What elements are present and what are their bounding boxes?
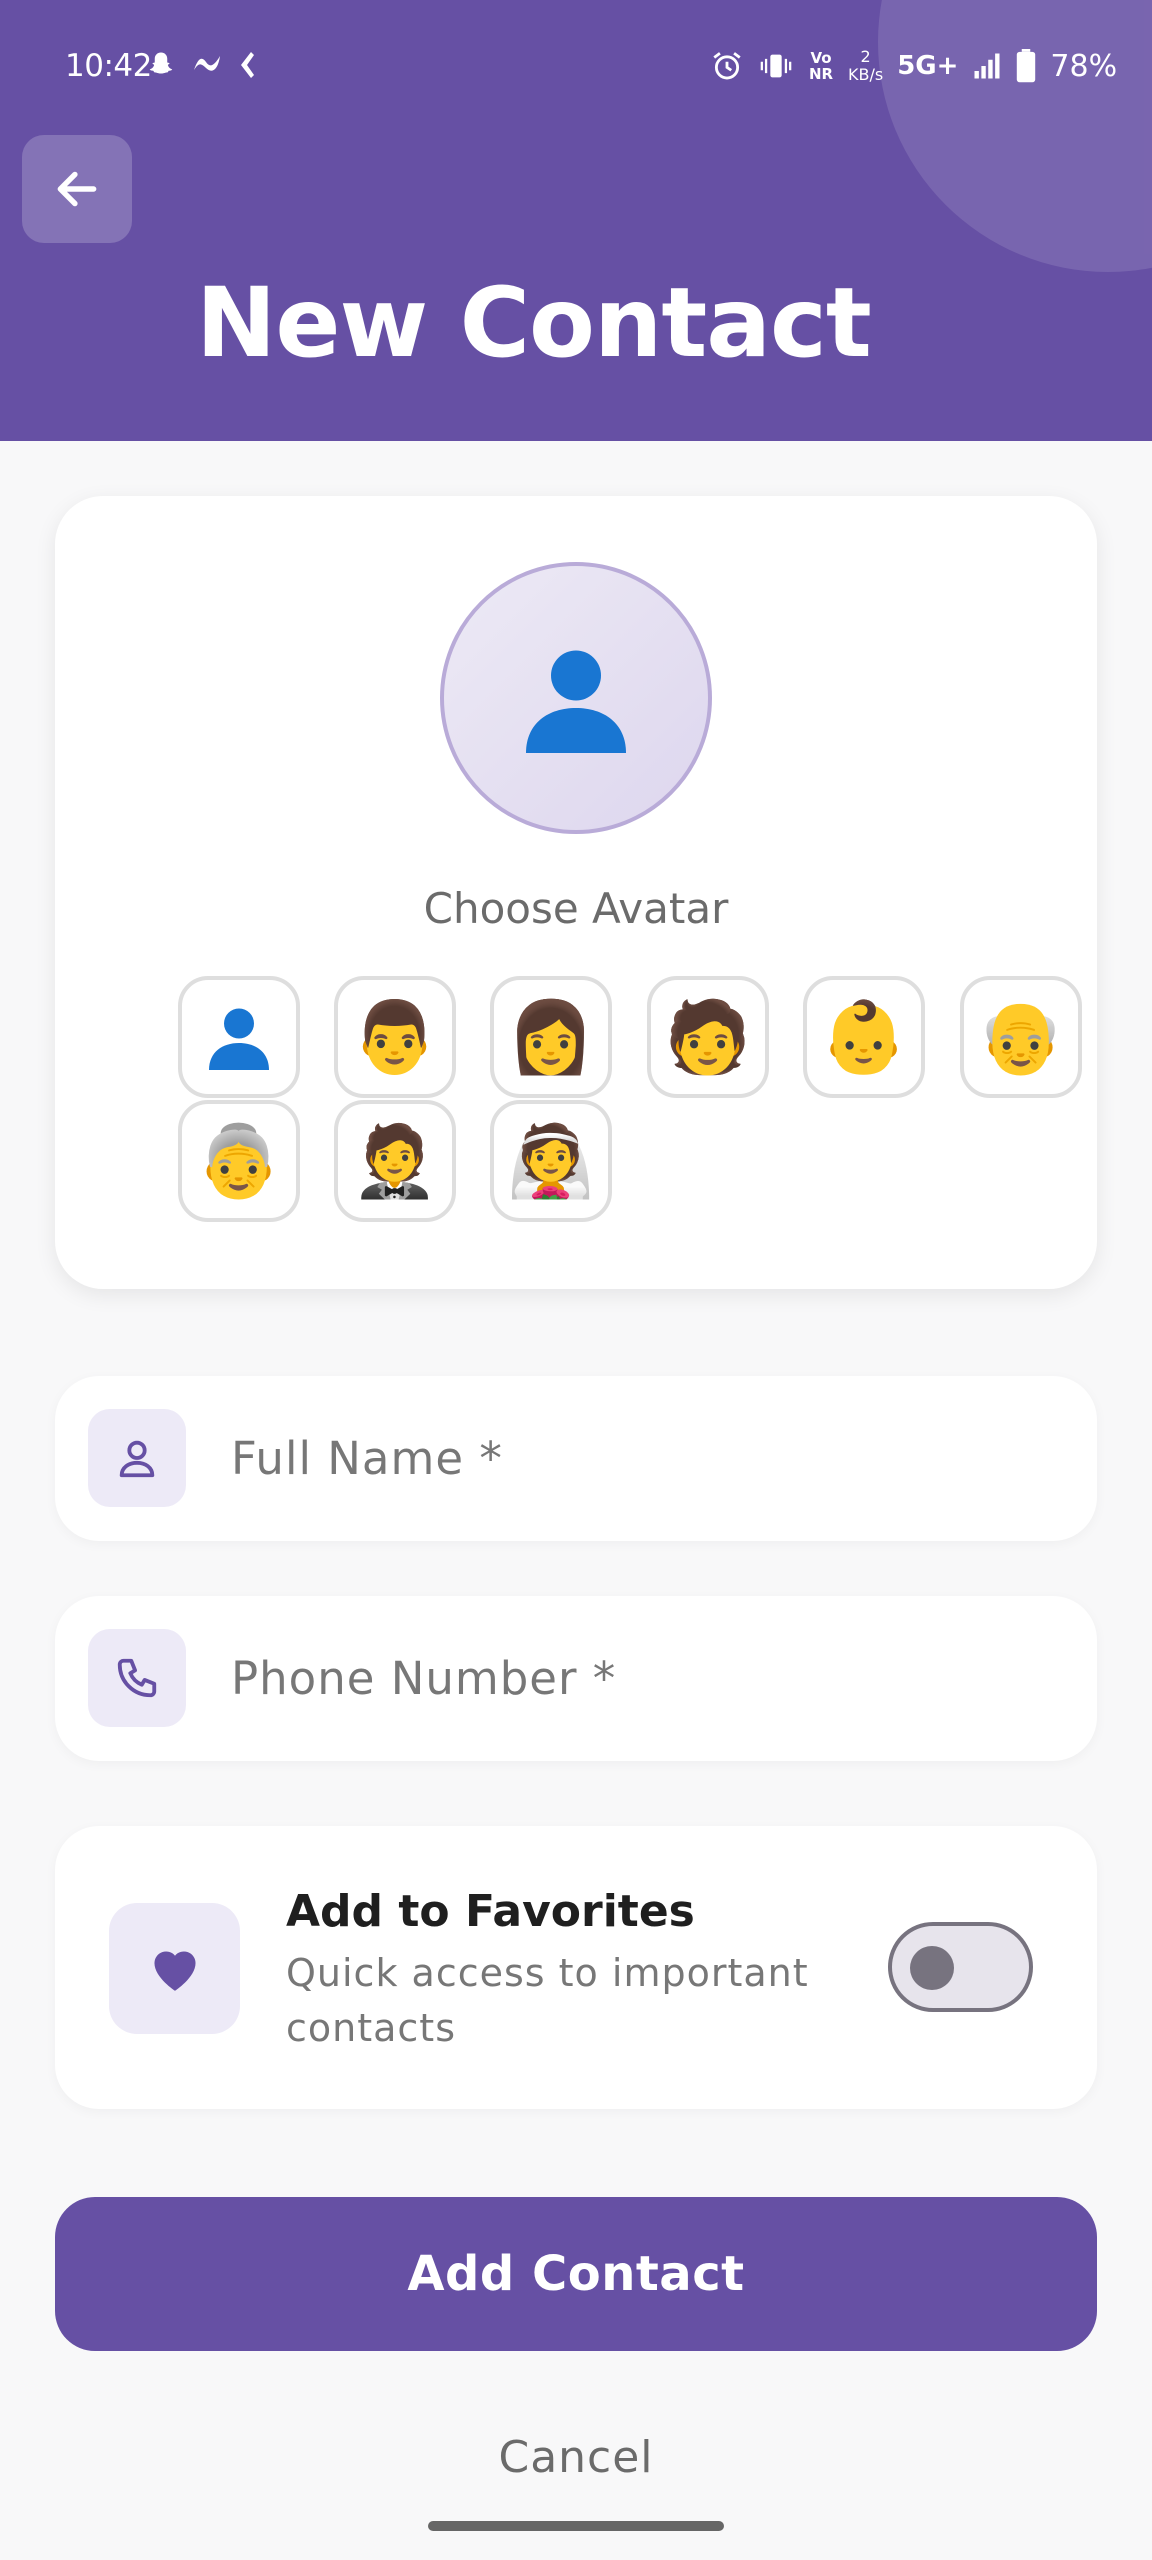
- full-name-field[interactable]: Full Name *: [55, 1376, 1097, 1541]
- network-speed-unit: KB/s: [848, 65, 884, 84]
- heart-icon-box: [109, 1903, 240, 2034]
- phone-icon: [117, 1658, 157, 1698]
- phone-number-field[interactable]: Phone Number *: [55, 1596, 1097, 1761]
- alarm-icon: [713, 52, 741, 80]
- avatar-option-man[interactable]: 👨: [334, 976, 456, 1098]
- person-silhouette-icon: [526, 650, 626, 753]
- avatar-option-default[interactable]: [178, 976, 300, 1098]
- system-icons: Vo NR 2 KB/s 5G+ 78%: [710, 48, 1117, 84]
- back-button[interactable]: [22, 135, 132, 243]
- field-icon-box: [88, 1629, 186, 1727]
- snapchat-icon: [149, 52, 173, 74]
- add-contact-button[interactable]: Add Contact: [55, 2197, 1097, 2351]
- kite-icon: [241, 52, 254, 78]
- avatar-option-baby[interactable]: 👶: [803, 976, 925, 1098]
- home-indicator: [428, 2521, 724, 2531]
- network-speed-value: 2: [860, 47, 871, 66]
- battery-icon: [1017, 49, 1036, 83]
- network-speed: 2 KB/s: [848, 48, 883, 84]
- avatar-card: Choose Avatar 👨 👩 🧑 👶 👴 👵 🤵 👰: [55, 496, 1097, 1289]
- cancel-button[interactable]: Cancel: [0, 2432, 1152, 2483]
- selected-avatar[interactable]: [440, 562, 712, 834]
- avatar-option-woman[interactable]: 👩: [490, 976, 612, 1098]
- phone-number-placeholder: Phone Number *: [231, 1652, 617, 1705]
- favorites-title: Add to Favorites: [286, 1886, 695, 1937]
- avatar-option-old-woman[interactable]: 👵: [178, 1100, 300, 1222]
- person-icon: [119, 1440, 155, 1478]
- person-silhouette-icon: [209, 1008, 269, 1070]
- status-bar: 10:42 Vo NR 2 KB/s 5G+ 78%: [0, 0, 1152, 140]
- favorites-toggle[interactable]: [888, 1922, 1033, 2012]
- toggle-knob: [910, 1946, 954, 1990]
- avatar-option-person[interactable]: 🧑: [647, 976, 769, 1098]
- avatar-option-old-man[interactable]: 👴: [960, 976, 1082, 1098]
- heart-icon: [153, 1950, 196, 1991]
- avatar-option-bride[interactable]: 👰: [490, 1100, 612, 1222]
- full-name-placeholder: Full Name *: [231, 1432, 503, 1485]
- battery-percent: 78%: [1050, 48, 1118, 84]
- arrow-left-icon: [57, 171, 97, 207]
- vibrate-icon: [760, 54, 792, 78]
- app-notification-icon: [194, 56, 220, 71]
- app-header: 10:42 Vo NR 2 KB/s 5G+ 78% New Contact: [0, 0, 1152, 441]
- avatar-option-tuxedo[interactable]: 🤵: [334, 1100, 456, 1222]
- notification-icons: [146, 50, 258, 80]
- page-title: New Contact: [196, 267, 872, 379]
- favorites-subtitle: Quick access to important contacts: [286, 1951, 809, 2050]
- status-time: 10:42: [65, 48, 152, 84]
- signal-icon: [974, 53, 1000, 79]
- volte-label: Vo NR: [808, 49, 834, 83]
- field-icon-box: [88, 1409, 186, 1507]
- choose-avatar-label: Choose Avatar: [423, 884, 729, 933]
- favorites-card: Add to Favorites Quick access to importa…: [55, 1826, 1097, 2109]
- network-type: 5G+: [897, 51, 959, 81]
